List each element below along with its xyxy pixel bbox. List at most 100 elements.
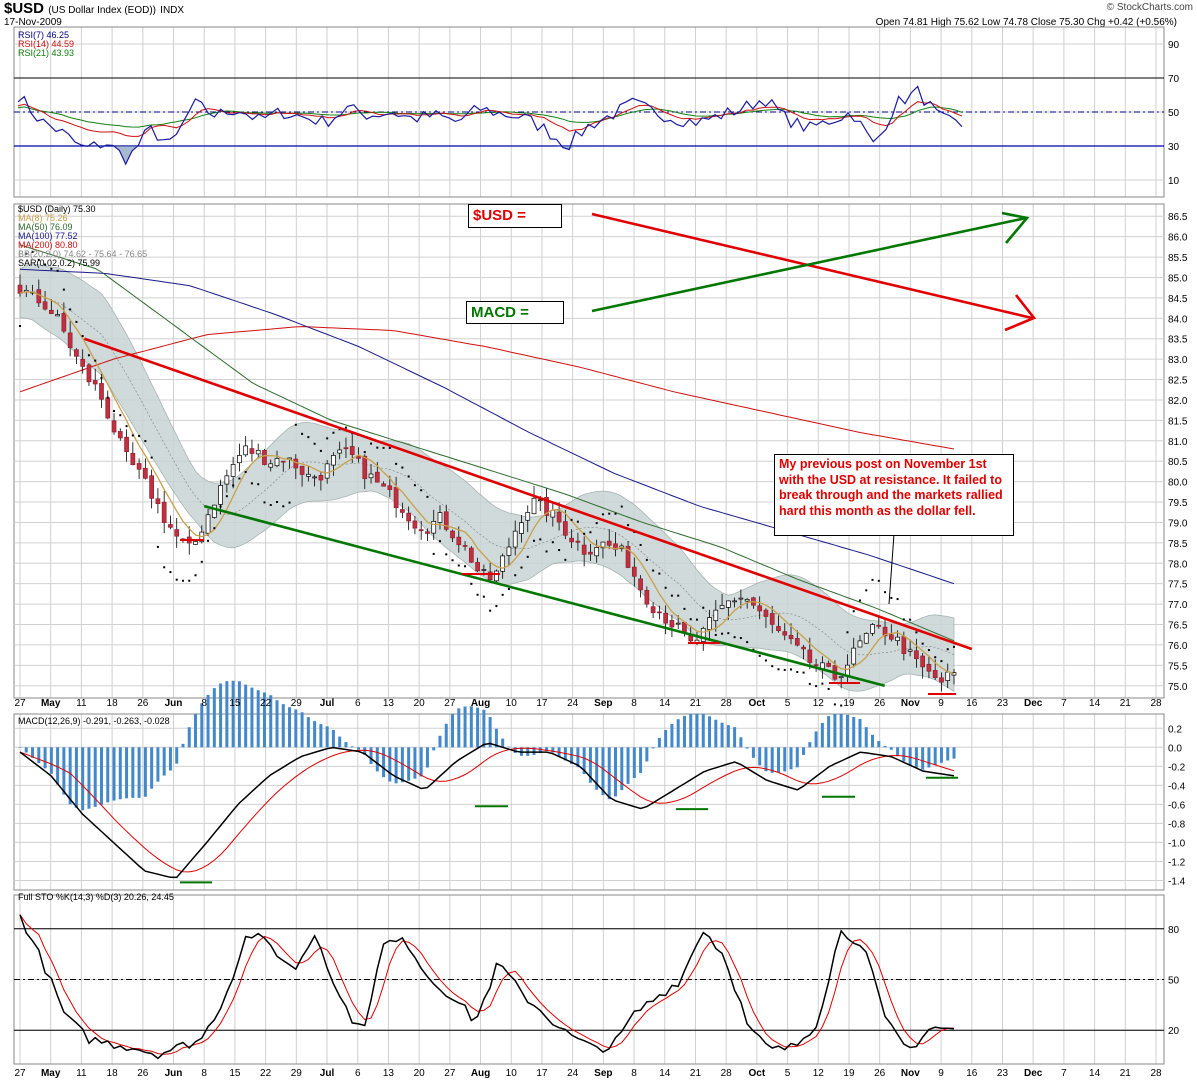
macd-hist-bar bbox=[726, 725, 730, 748]
macd-hist-bar bbox=[858, 718, 862, 748]
candle-body bbox=[205, 514, 211, 534]
candle-body bbox=[117, 431, 123, 439]
price-tick-label: 79.0 bbox=[1168, 518, 1188, 529]
x-axis-label: Sep bbox=[594, 1068, 612, 1079]
macd-hist-bar bbox=[670, 723, 674, 748]
sar-dot bbox=[144, 440, 147, 443]
macd-hist-bar bbox=[682, 715, 686, 748]
sar-dot bbox=[846, 631, 849, 634]
macd-hist-bar bbox=[425, 747, 429, 768]
sar-dot bbox=[595, 522, 598, 525]
x-axis-label: 18 bbox=[107, 1068, 119, 1079]
candle-body bbox=[400, 509, 405, 513]
candle-body bbox=[506, 546, 512, 556]
macd-hist-bar bbox=[933, 747, 937, 766]
macd-hist-bar bbox=[288, 707, 292, 748]
price-tick-label: 77.5 bbox=[1168, 580, 1188, 591]
x-axis-label: 27 bbox=[14, 1068, 26, 1079]
macd-hist-bar bbox=[664, 729, 668, 748]
x-axis-label: 6 bbox=[355, 1068, 361, 1079]
x-axis-label: 28 bbox=[1150, 1068, 1162, 1079]
candle-body bbox=[581, 544, 587, 555]
macd-hist-bar bbox=[952, 747, 956, 759]
candle-body bbox=[168, 524, 173, 528]
macd-hist-bar bbox=[889, 747, 893, 750]
sar-dot bbox=[181, 579, 184, 582]
candle-body bbox=[55, 314, 60, 317]
rsi21-line bbox=[17, 106, 963, 128]
candle-body bbox=[255, 449, 261, 455]
x-axis-label: 12 bbox=[813, 1068, 825, 1079]
candle-body bbox=[299, 465, 305, 475]
macd-hist-bar bbox=[632, 747, 636, 779]
candle-body bbox=[807, 649, 813, 663]
sar-dot bbox=[451, 559, 454, 562]
x-axis-label: 8 bbox=[631, 1068, 637, 1079]
candle-body bbox=[324, 463, 330, 479]
sar-dot bbox=[865, 589, 868, 592]
rsi-tick-label: 30 bbox=[1168, 142, 1180, 153]
candle-body bbox=[713, 609, 719, 621]
x-axis-label: 9 bbox=[938, 1068, 944, 1079]
x-axis-label: 22 bbox=[260, 1068, 272, 1079]
candle-body bbox=[851, 647, 857, 665]
x-axis-label: 26 bbox=[137, 1068, 149, 1079]
macd-hist-bar bbox=[507, 746, 511, 748]
x-axis-label: Jun bbox=[165, 1068, 183, 1079]
candle-body bbox=[218, 485, 223, 505]
candle-body bbox=[111, 420, 117, 433]
macd-hist-bar bbox=[300, 712, 304, 748]
macd-hist-bar bbox=[219, 683, 223, 748]
sar-dot bbox=[150, 456, 153, 459]
candle-body bbox=[606, 540, 612, 546]
candle-body bbox=[161, 501, 167, 523]
candle-body bbox=[939, 677, 944, 683]
sar-dot bbox=[200, 560, 203, 563]
sar-dot bbox=[652, 569, 655, 572]
x-axis-label: Oct bbox=[749, 698, 766, 709]
sar-dot bbox=[81, 335, 84, 338]
x-axis-label: 5 bbox=[785, 698, 791, 709]
macd-hist-bar bbox=[212, 688, 216, 748]
macd-hist-bar bbox=[720, 722, 724, 748]
macd-hist-bar bbox=[350, 746, 354, 748]
sar-dot bbox=[175, 578, 178, 581]
sar-dot bbox=[815, 685, 818, 688]
macd-hist-bar bbox=[921, 747, 925, 770]
macd-hist-bar bbox=[820, 722, 824, 748]
candle-body bbox=[268, 463, 274, 468]
price-tick-label: 79.5 bbox=[1168, 498, 1188, 509]
sar-dot bbox=[620, 505, 623, 508]
sar-dot bbox=[777, 668, 780, 671]
candle-body bbox=[374, 471, 380, 483]
candle-body bbox=[870, 624, 875, 634]
sar-dot bbox=[464, 565, 467, 568]
macd-hist-bar bbox=[319, 724, 323, 748]
macd-hist-bar bbox=[306, 717, 310, 748]
macd-hist-bar bbox=[388, 747, 392, 782]
sar-dot bbox=[614, 512, 617, 515]
x-axis-label: 8 bbox=[631, 698, 637, 709]
macd-hist-bar bbox=[438, 735, 442, 748]
sar-dot bbox=[50, 267, 53, 270]
candle-body bbox=[932, 669, 938, 678]
candle-body bbox=[531, 497, 537, 515]
candle-body bbox=[331, 455, 336, 466]
macd-hist-bar bbox=[839, 713, 843, 748]
x-axis-label: 16 bbox=[966, 1068, 978, 1079]
price-tick-label: 77.0 bbox=[1168, 600, 1188, 611]
sar-dot bbox=[363, 451, 366, 454]
macd-hist-bar bbox=[281, 704, 285, 748]
candle-body bbox=[193, 541, 198, 545]
macd-hist-bar bbox=[808, 742, 812, 748]
candle-body bbox=[136, 463, 142, 470]
macd-tick-label: -0.8 bbox=[1168, 819, 1186, 830]
macd-hist-bar bbox=[275, 700, 279, 748]
sar-dot bbox=[19, 324, 21, 327]
macd-hist-bar bbox=[419, 747, 423, 777]
candle-body bbox=[475, 562, 480, 572]
x-axis-label: 17 bbox=[536, 1068, 548, 1079]
sar-dot bbox=[896, 598, 899, 601]
price-tick-label: 83.5 bbox=[1168, 335, 1188, 346]
macd-hist-bar bbox=[250, 687, 254, 748]
